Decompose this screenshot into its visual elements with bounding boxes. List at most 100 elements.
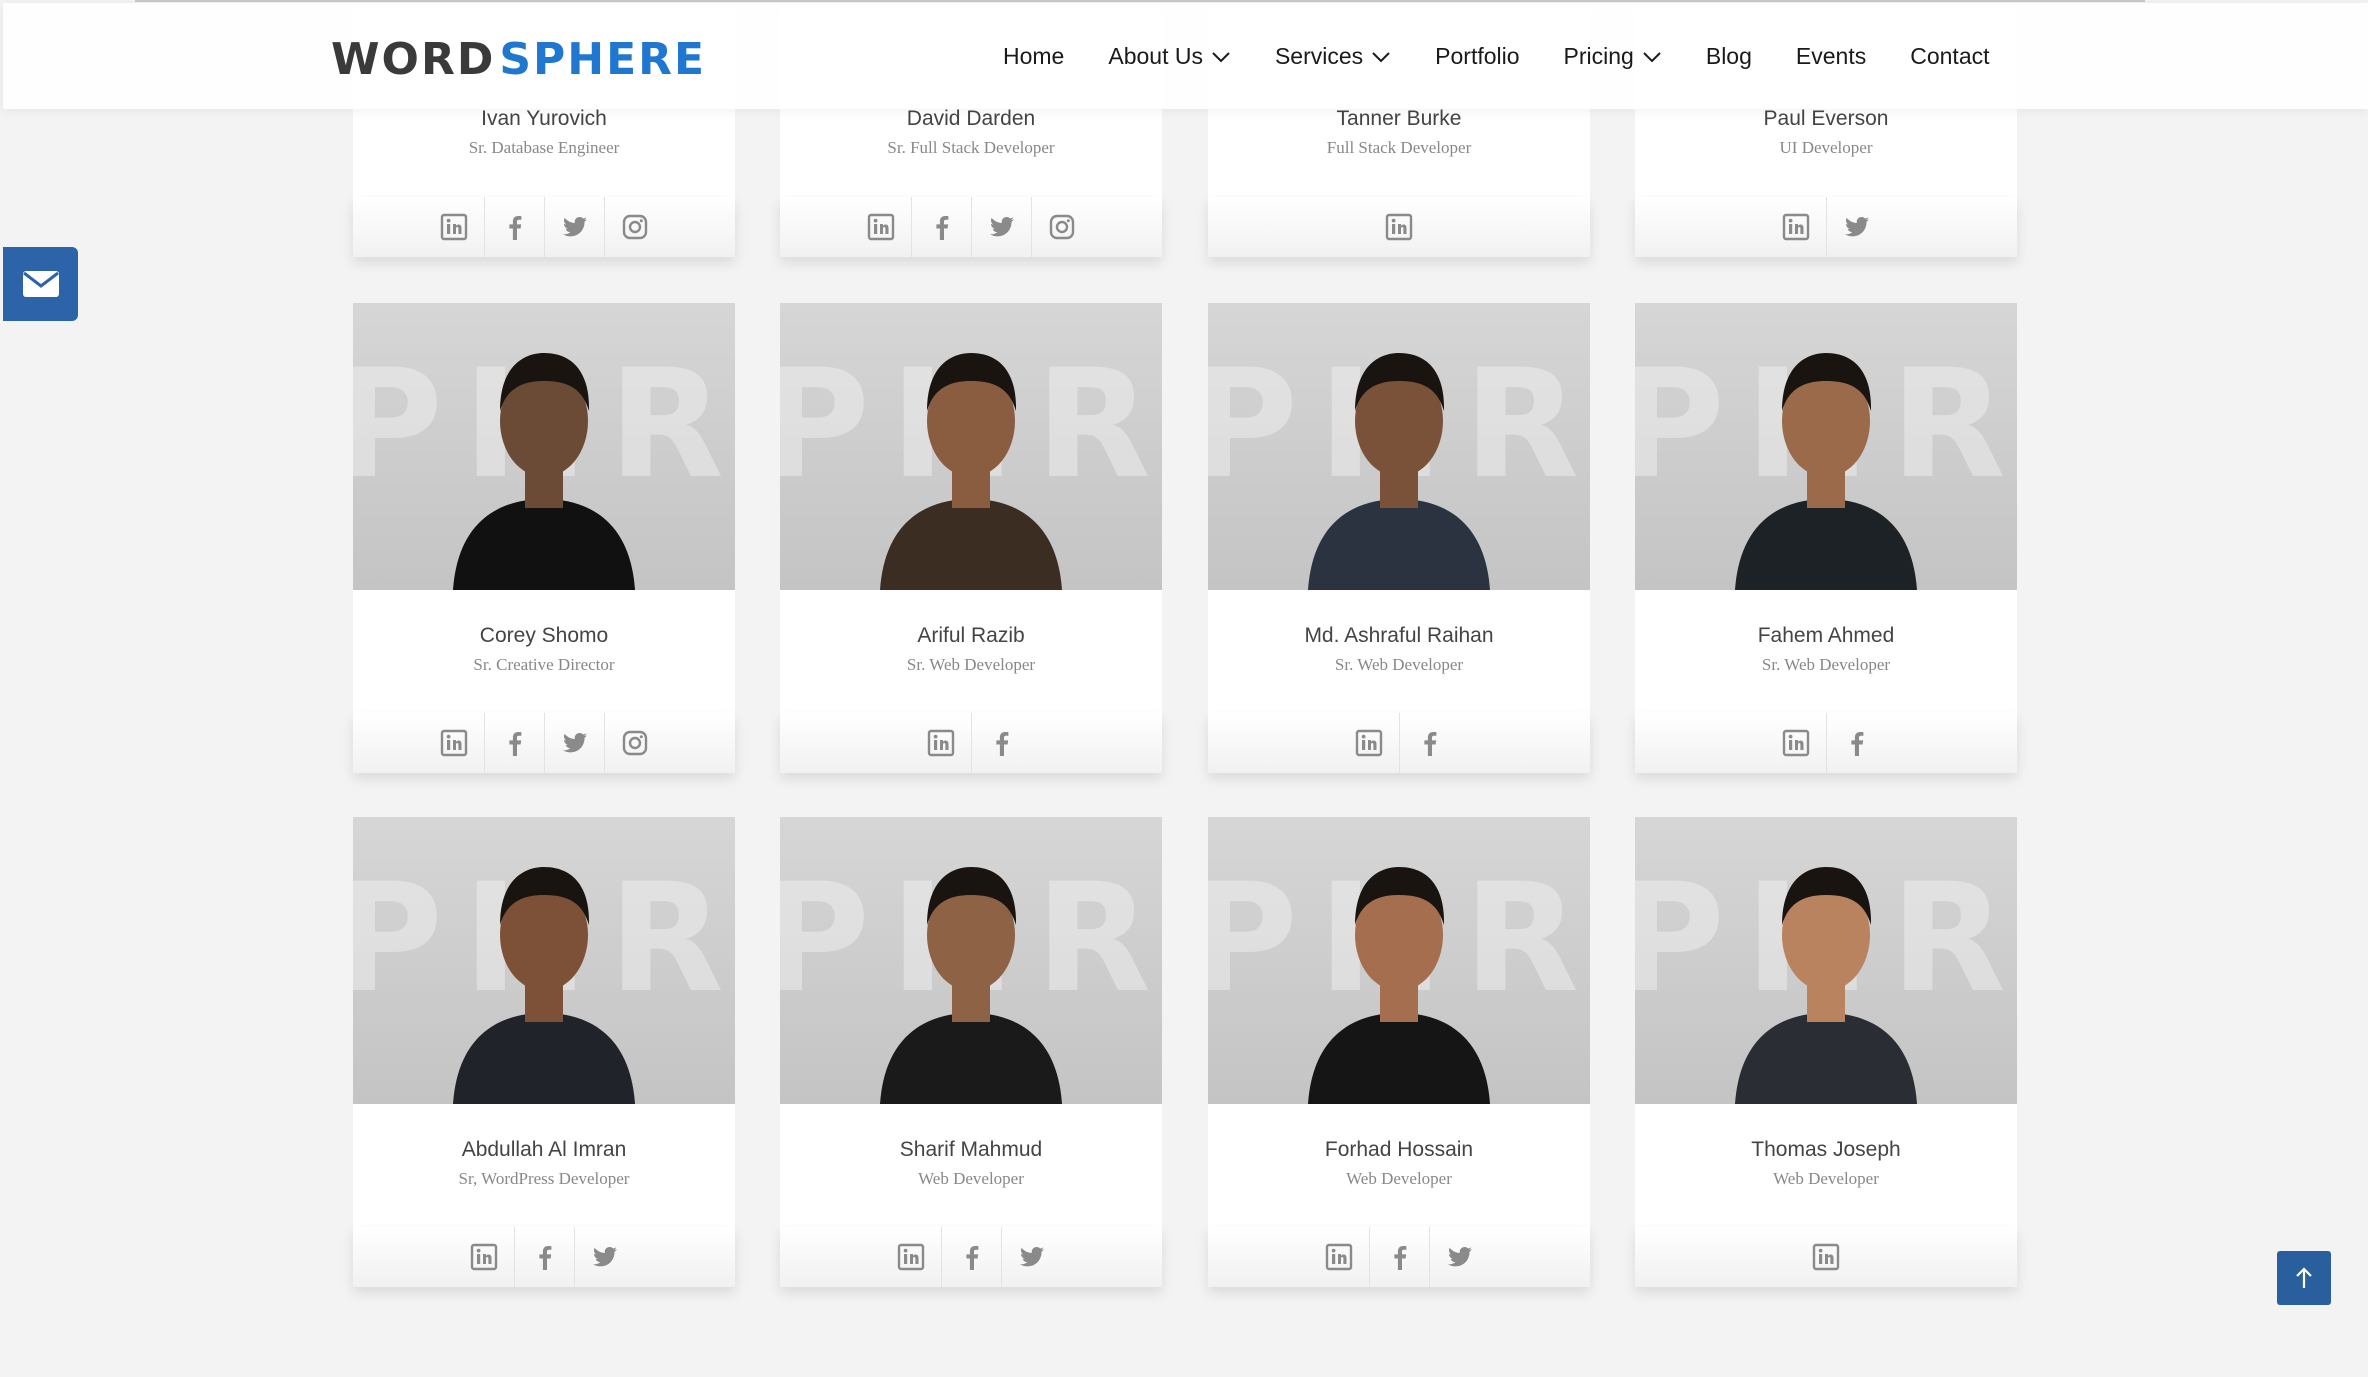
person-photo [1735, 353, 1917, 590]
facebook-link[interactable] [971, 713, 1031, 773]
linkedin-link[interactable] [911, 713, 971, 773]
social-links [353, 197, 735, 257]
twitter-link[interactable] [1001, 1227, 1061, 1287]
linkedin-icon [440, 729, 468, 757]
linkedin-icon [1355, 729, 1383, 757]
nav-home[interactable]: Home [1003, 43, 1064, 70]
instagram-icon [622, 730, 647, 756]
facebook-link[interactable] [911, 197, 971, 257]
main-nav: Home About Us Services Portfolio Pricing Blog… [1003, 43, 1990, 70]
nav-label: About Us [1108, 43, 1203, 69]
member-name: Ariful Razib [917, 624, 1025, 647]
facebook-icon [1393, 1246, 1406, 1270]
site-header: WORD SPHERE Home About Us Services Portfoli… [3, 3, 2368, 109]
linkedin-link[interactable] [1309, 1227, 1369, 1287]
nav-label: Services [1274, 43, 1364, 69]
facebook-icon [1850, 732, 1863, 756]
twitter-icon [1447, 1247, 1472, 1267]
team-card: PHR Md. Ashraful Raihan Sr. Web Developer [1208, 303, 1590, 773]
nav-label: Events [1795, 43, 1867, 69]
facebook-link[interactable] [484, 713, 544, 773]
instagram-link[interactable] [604, 197, 664, 257]
linkedin-link[interactable] [1369, 197, 1429, 257]
facebook-link[interactable] [1399, 713, 1459, 773]
linkedin-link[interactable] [454, 1227, 514, 1287]
facebook-link[interactable] [514, 1227, 574, 1287]
card-info: Forhad Hossain Web Developer [1208, 1104, 1590, 1227]
member-name: Corey Shomo [479, 624, 609, 647]
linkedin-link[interactable] [881, 1227, 941, 1287]
member-role: Web Developer [918, 1169, 1024, 1188]
nav-services[interactable]: Services [1275, 43, 1391, 70]
linkedin-icon [1385, 213, 1413, 241]
back-to-top-button[interactable] [2277, 1251, 2331, 1305]
person-photo [453, 867, 635, 1104]
member-name: Tanner Burke [1336, 107, 1462, 130]
linkedin-link[interactable] [1766, 197, 1826, 257]
card-info: Corey Shomo Sr. Creative Director [353, 590, 735, 713]
nav-label: Portfolio [1435, 43, 1520, 69]
instagram-icon [622, 214, 647, 240]
facebook-link[interactable] [1369, 1227, 1429, 1287]
top-border-line [135, 0, 2145, 2]
linkedin-link[interactable] [1796, 1227, 1856, 1287]
member-photo: PHR [1208, 303, 1590, 590]
nav-blog[interactable]: Blog [1706, 43, 1752, 70]
social-links [1208, 1227, 1590, 1287]
linkedin-icon [927, 729, 955, 757]
member-role: Full Stack Developer [1326, 138, 1472, 157]
person-photo [880, 353, 1062, 590]
contact-mail-tab[interactable] [3, 247, 78, 321]
social-links [353, 1227, 735, 1287]
team-card: PHR Abdullah Al Imran Sr, WordPress Devel… [353, 817, 735, 1287]
instagram-icon [1049, 214, 1074, 240]
facebook-link[interactable] [484, 197, 544, 257]
social-links [1635, 1227, 2017, 1287]
team-card: PHR Ariful Razib Sr. Web Developer [780, 303, 1162, 773]
facebook-link[interactable] [1826, 713, 1886, 773]
twitter-link[interactable] [1429, 1227, 1489, 1287]
team-card: PHR Forhad Hossain Web Developer [1208, 817, 1590, 1287]
facebook-icon [508, 732, 521, 756]
linkedin-icon [470, 1243, 498, 1271]
twitter-link[interactable] [544, 713, 604, 773]
nav-label: Contact [1910, 43, 1990, 69]
nav-portfolio[interactable]: Portfolio [1435, 43, 1519, 70]
social-links [780, 713, 1162, 773]
social-links [1208, 197, 1590, 257]
linkedin-link[interactable] [424, 197, 484, 257]
linkedin-link[interactable] [1766, 713, 1826, 773]
site-logo[interactable]: WORD SPHERE [331, 33, 706, 85]
member-name: Fahem Ahmed [1757, 624, 1895, 647]
member-photo: PHR [780, 303, 1162, 590]
member-photo: PHR [353, 817, 735, 1104]
chevron-down-icon [1643, 51, 1661, 62]
social-links [780, 1227, 1162, 1287]
linkedin-icon [440, 213, 468, 241]
linkedin-link[interactable] [851, 197, 911, 257]
twitter-icon [562, 733, 587, 753]
member-photo: PHR [780, 817, 1162, 1104]
member-name: Ivan Yurovich [481, 107, 607, 130]
linkedin-link[interactable] [1339, 713, 1399, 773]
nav-pricing[interactable]: Pricing [1564, 43, 1662, 70]
twitter-link[interactable] [971, 197, 1031, 257]
member-role: Sr. Web Developer [1761, 655, 1891, 674]
nav-events[interactable]: Events [1796, 43, 1866, 70]
nav-contact[interactable]: Contact [1910, 43, 1989, 70]
instagram-link[interactable] [604, 713, 664, 773]
twitter-link[interactable] [1826, 197, 1886, 257]
member-role: Sr. Web Developer [906, 655, 1036, 674]
facebook-link[interactable] [941, 1227, 1001, 1287]
nav-about-us[interactable]: About Us [1108, 43, 1231, 70]
twitter-link[interactable] [574, 1227, 634, 1287]
member-name: Md. Ashraful Raihan [1304, 624, 1494, 647]
linkedin-link[interactable] [424, 713, 484, 773]
member-name: Paul Everson [1763, 107, 1889, 130]
social-links [1635, 197, 2017, 257]
member-name: Sharif Mahmud [899, 1138, 1043, 1161]
instagram-link[interactable] [1031, 197, 1091, 257]
social-links [353, 713, 735, 773]
member-name: David Darden [906, 107, 1036, 130]
twitter-link[interactable] [544, 197, 604, 257]
